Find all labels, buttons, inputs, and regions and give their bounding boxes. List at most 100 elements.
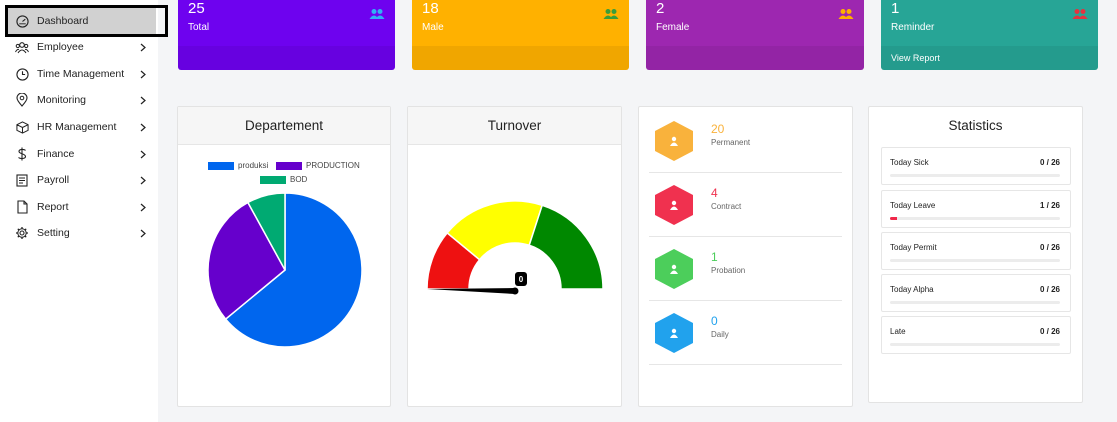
legend-item[interactable]: produksi xyxy=(208,161,268,170)
location-pin-icon xyxy=(15,93,29,107)
sidebar-item-label: Monitoring xyxy=(37,94,87,106)
sidebar-item-label: Time Management xyxy=(37,68,125,80)
legend-label: BOD xyxy=(290,175,308,184)
turnover-panel: Turnover 0 xyxy=(407,106,622,407)
stat-value: 0 / 26 xyxy=(1039,327,1060,336)
type-label: Probation xyxy=(711,266,746,275)
chevron-right-icon xyxy=(138,123,148,132)
stat-row-late[interactable]: Late 0 / 26 xyxy=(881,316,1071,354)
chevron-right-icon xyxy=(138,70,148,79)
list-item-permanent[interactable]: 20 Permanent xyxy=(649,109,842,173)
card-label: Reminder xyxy=(891,22,935,33)
stat-label: Today Leave xyxy=(890,201,936,210)
type-label: Permanent xyxy=(711,138,751,147)
card-male[interactable]: 18 Male xyxy=(412,0,629,70)
card-value: 1 xyxy=(891,0,900,17)
legend-label: produksi xyxy=(238,161,269,170)
stat-label: Today Sick xyxy=(890,158,929,167)
stat-progress-bar xyxy=(890,301,1060,304)
sidebar-item-monitoring[interactable]: Monitoring xyxy=(8,87,156,113)
list-item-daily[interactable]: 0 Daily xyxy=(649,301,842,365)
stat-label: Late xyxy=(890,327,906,336)
panel-title: Departement xyxy=(178,107,390,145)
users-icon xyxy=(603,9,619,19)
sidebar-item-payroll[interactable]: Payroll xyxy=(8,167,156,193)
card-reminder[interactable]: 1 Reminder View Report xyxy=(881,0,1098,70)
stat-progress-bar xyxy=(890,259,1060,262)
user-icon xyxy=(655,121,693,161)
sidebar-item-time-management[interactable]: Time Management xyxy=(8,61,156,87)
card-female[interactable]: 2 Female xyxy=(646,0,864,70)
card-footer xyxy=(178,46,395,70)
legend-label: PRODUCTION xyxy=(306,161,360,170)
user-icon xyxy=(655,249,693,289)
stat-label: Today Permit xyxy=(890,243,937,252)
list-item-probation[interactable]: 1 Probation xyxy=(649,237,842,301)
sidebar-item-report[interactable]: Report xyxy=(8,194,156,220)
users-icon xyxy=(369,9,385,19)
gear-icon xyxy=(15,226,29,240)
view-report-link[interactable]: View Report xyxy=(891,53,940,63)
card-total[interactable]: 25 Total xyxy=(178,0,395,70)
chevron-right-icon xyxy=(138,203,148,212)
card-footer: View Report xyxy=(881,46,1098,70)
panel-title: Turnover xyxy=(408,107,621,145)
gauge-needle xyxy=(427,288,515,294)
gauge-value-label: 0 xyxy=(519,275,524,284)
stat-label: Today Alpha xyxy=(890,285,934,294)
legend-swatch xyxy=(208,161,234,170)
user-icon xyxy=(655,185,693,225)
chevron-right-icon xyxy=(138,150,148,159)
sidebar-item-label: Employee xyxy=(37,41,84,53)
panel-title: Statistics xyxy=(948,118,1003,133)
type-label: Contract xyxy=(711,202,742,211)
stat-value: 0 / 26 xyxy=(1039,243,1060,252)
stat-progress-bar xyxy=(890,217,1060,220)
legend-item[interactable]: PRODUCTION xyxy=(276,161,360,170)
receipt-icon xyxy=(15,173,29,187)
departement-pie-chart xyxy=(207,192,363,348)
users-icon xyxy=(838,9,854,19)
card-label: Female xyxy=(656,22,690,33)
turnover-gauge-chart: 0 xyxy=(426,200,604,295)
type-count: 20 xyxy=(711,122,725,136)
card-label: Total xyxy=(188,22,210,33)
type-count: 4 xyxy=(711,186,718,200)
stat-row-today-permit[interactable]: Today Permit 0 / 26 xyxy=(881,232,1071,270)
sidebar-item-finance[interactable]: Finance xyxy=(8,141,156,167)
card-value: 2 xyxy=(656,0,665,17)
stat-row-today-sick[interactable]: Today Sick 0 / 26 xyxy=(881,147,1071,185)
card-value: 25 xyxy=(188,0,205,17)
sidebar-item-label: Payroll xyxy=(37,174,70,186)
list-item-contract[interactable]: 4 Contract xyxy=(649,173,842,237)
gauge-band-2 xyxy=(528,204,604,290)
chevron-right-icon xyxy=(138,229,148,238)
users-icon xyxy=(15,40,29,54)
sidebar-item-label: Report xyxy=(37,201,69,213)
legend-swatch xyxy=(260,175,286,184)
sidebar-item-label: HR Management xyxy=(37,121,117,133)
stat-progress-fill xyxy=(890,217,897,220)
stat-row-today-leave[interactable]: Today Leave 1 / 26 xyxy=(881,190,1071,228)
chevron-right-icon xyxy=(138,96,148,105)
focus-outline xyxy=(5,5,168,37)
card-footer xyxy=(412,46,629,70)
sidebar-item-setting[interactable]: Setting xyxy=(8,220,156,246)
stat-value: 1 / 26 xyxy=(1039,201,1060,210)
stat-value: 0 / 26 xyxy=(1039,158,1060,167)
stat-row-today-alpha[interactable]: Today Alpha 0 / 26 xyxy=(881,274,1071,312)
stat-progress-bar xyxy=(890,174,1060,177)
sidebar-item-hr-management[interactable]: HR Management xyxy=(8,114,156,140)
users-icon xyxy=(1072,9,1088,19)
dollar-icon xyxy=(15,147,29,161)
stat-value: 0 / 26 xyxy=(1039,285,1060,294)
legend-item[interactable]: BOD xyxy=(260,175,307,184)
gauge-hub xyxy=(511,287,519,295)
sidebar-item-employee[interactable]: Employee xyxy=(8,34,156,60)
type-count: 1 xyxy=(711,250,718,264)
sidebar-item-label: Finance xyxy=(37,148,75,160)
cube-icon xyxy=(15,120,29,134)
document-icon xyxy=(15,200,29,214)
stat-progress-bar xyxy=(890,343,1060,346)
card-value: 18 xyxy=(422,0,439,17)
